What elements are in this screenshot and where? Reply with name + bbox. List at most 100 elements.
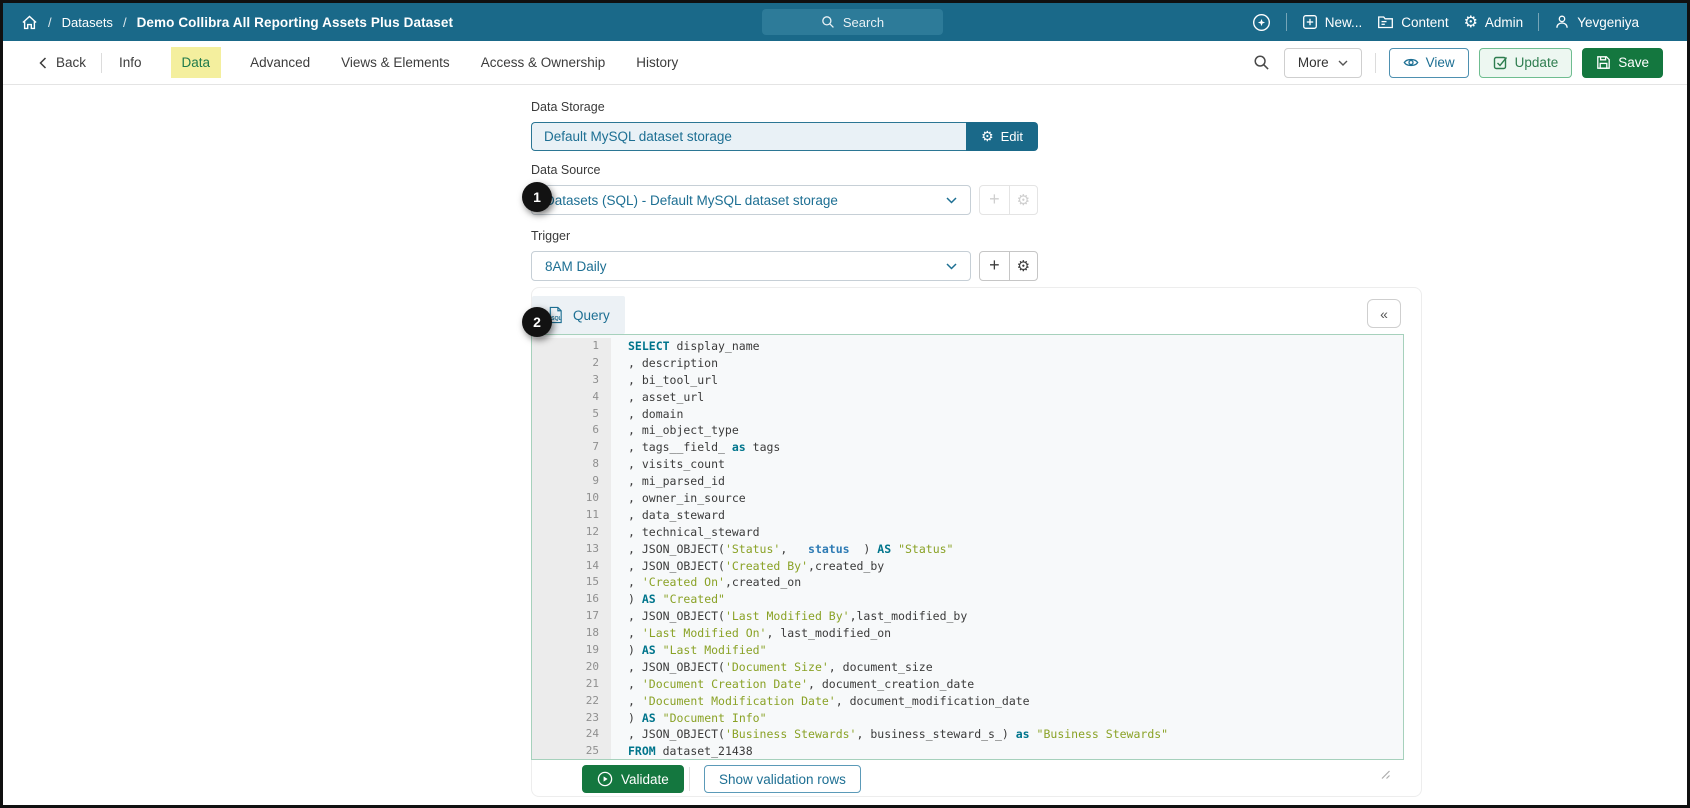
home-icon[interactable] (21, 14, 38, 31)
code-line: 20, JSON_OBJECT('Document Size', documen… (532, 659, 1403, 676)
annotation-step-2: 2 (522, 307, 552, 337)
code-text: , JSON_OBJECT('Status', status ) AS "Sta… (611, 541, 953, 558)
update-button-label: Update (1515, 55, 1559, 70)
code-text: , JSON_OBJECT('Business Stewards', busin… (611, 726, 1168, 743)
dataset-form: Data Storage Default MySQL dataset stora… (531, 100, 1038, 295)
gear-icon: ⚙ (981, 130, 994, 144)
tabbar-actions: More View Update (1253, 48, 1663, 78)
data-storage-field[interactable]: Default MySQL dataset storage (531, 122, 966, 151)
footer-divider (689, 767, 690, 791)
line-number: 25 (532, 743, 611, 760)
tab-history[interactable]: History (634, 47, 680, 78)
code-line: 6, mi_object_type (532, 422, 1403, 439)
line-number: 10 (532, 490, 611, 507)
query-tab-label: Query (573, 308, 610, 323)
validate-button[interactable]: Validate (582, 765, 684, 793)
global-search-button[interactable]: Search (762, 9, 943, 35)
breadcrumb: / Datasets / Demo Collibra All Reporting… (21, 14, 453, 31)
line-number: 22 (532, 693, 611, 710)
code-line: 10, owner_in_source (532, 490, 1403, 507)
data-source-select[interactable]: Datasets (SQL) - Default MySQL dataset s… (531, 185, 971, 215)
code-line: 17, JSON_OBJECT('Last Modified By',last_… (532, 608, 1403, 625)
sql-code-editor[interactable]: 1SELECT display_name2, description3, bi_… (531, 334, 1404, 760)
breadcrumb-separator: / (123, 15, 127, 30)
navbar-divider (1538, 13, 1539, 31)
tab-data[interactable]: Data (171, 47, 222, 78)
trigger-settings-button[interactable]: ⚙ (1009, 252, 1037, 280)
code-line: 3, bi_tool_url (532, 372, 1403, 389)
new-menu-button[interactable]: New... (1302, 14, 1363, 30)
view-button[interactable]: View (1389, 48, 1469, 78)
app-window: / Datasets / Demo Collibra All Reporting… (0, 0, 1690, 808)
global-search-label: Search (843, 15, 884, 30)
code-line: 19) AS "Last Modified" (532, 642, 1403, 659)
code-text: , description (611, 355, 718, 372)
code-text: , asset_url (611, 389, 704, 406)
save-button[interactable]: Save (1582, 48, 1663, 78)
code-line: 4, asset_url (532, 389, 1403, 406)
tab-info[interactable]: Info (117, 47, 144, 78)
tabbar-divider (101, 53, 102, 73)
eye-icon (1403, 56, 1419, 69)
svg-text:SQL: SQL (551, 316, 563, 322)
code-text: , mi_parsed_id (611, 473, 725, 490)
tab-advanced[interactable]: Advanced (248, 47, 312, 78)
line-number: 24 (532, 726, 611, 743)
chevron-down-icon (946, 263, 957, 270)
line-number: 6 (532, 422, 611, 439)
code-line: 8, visits_count (532, 456, 1403, 473)
tab-access-ownership[interactable]: Access & Ownership (479, 47, 608, 78)
data-storage-label: Data Storage (531, 100, 1038, 114)
data-storage-row: Default MySQL dataset storage ⚙ Edit (531, 122, 1038, 151)
line-number: 11 (532, 507, 611, 524)
code-line: 5, domain (532, 406, 1403, 423)
asset-tabbar: Back Info Data Advanced Views & Elements… (3, 41, 1687, 85)
code-text: , visits_count (611, 456, 725, 473)
line-number: 8 (532, 456, 611, 473)
sparkle-circle-icon[interactable] (1252, 13, 1271, 32)
code-line: 24, JSON_OBJECT('Business Stewards', bus… (532, 726, 1403, 743)
add-trigger-button[interactable]: + (980, 252, 1008, 280)
code-line: 12, technical_steward (532, 524, 1403, 541)
page-title: Demo Collibra All Reporting Assets Plus … (137, 15, 454, 30)
update-button[interactable]: Update (1479, 48, 1573, 78)
line-number: 9 (532, 473, 611, 490)
search-icon[interactable] (1253, 54, 1270, 71)
collapse-panel-button[interactable]: « (1367, 299, 1401, 328)
code-line: 25FROM dataset_21438 (532, 743, 1403, 760)
more-button[interactable]: More (1284, 48, 1362, 78)
gear-icon: ⚙ (1017, 193, 1030, 208)
save-button-label: Save (1618, 55, 1649, 70)
admin-menu-button[interactable]: ⚙ Admin (1464, 14, 1524, 30)
breadcrumb-datasets-link[interactable]: Datasets (62, 15, 113, 30)
back-button[interactable]: Back (39, 55, 86, 70)
user-menu-button[interactable]: Yevgeniya (1554, 14, 1639, 30)
code-line: 23) AS "Document Info" (532, 710, 1403, 727)
code-line: 21, 'Document Creation Date', document_c… (532, 676, 1403, 693)
trigger-label: Trigger (531, 229, 1038, 243)
user-name-label: Yevgeniya (1577, 15, 1639, 30)
code-line: 13, JSON_OBJECT('Status', status ) AS "S… (532, 541, 1403, 558)
code-text: ) AS "Created" (611, 591, 725, 608)
tab-views-elements[interactable]: Views & Elements (339, 47, 452, 78)
code-line: 9, mi_parsed_id (532, 473, 1403, 490)
tabs: Info Data Advanced Views & Elements Acce… (117, 47, 680, 78)
admin-menu-label: Admin (1485, 15, 1523, 30)
code-text: , technical_steward (611, 524, 760, 541)
add-data-source-button: + (980, 186, 1008, 214)
content-menu-button[interactable]: Content (1377, 14, 1448, 30)
show-validation-rows-button[interactable]: Show validation rows (704, 765, 861, 793)
code-line: 11, data_steward (532, 507, 1403, 524)
edit-storage-button[interactable]: ⚙ Edit (966, 122, 1038, 151)
code-text: , mi_object_type (611, 422, 739, 439)
navbar-actions: New... Content ⚙ Admin Yevgeniya (1252, 3, 1687, 41)
trigger-select[interactable]: 8AM Daily (531, 251, 971, 281)
code-line: 15, 'Created On',created_on (532, 574, 1403, 591)
new-plus-square-icon (1302, 14, 1318, 30)
user-icon (1554, 14, 1570, 30)
resize-handle-icon[interactable] (1379, 768, 1391, 780)
main-content: Data Storage Default MySQL dataset stora… (3, 85, 1687, 805)
code-text: , bi_tool_url (611, 372, 718, 389)
line-number: 12 (532, 524, 611, 541)
line-number: 13 (532, 541, 611, 558)
